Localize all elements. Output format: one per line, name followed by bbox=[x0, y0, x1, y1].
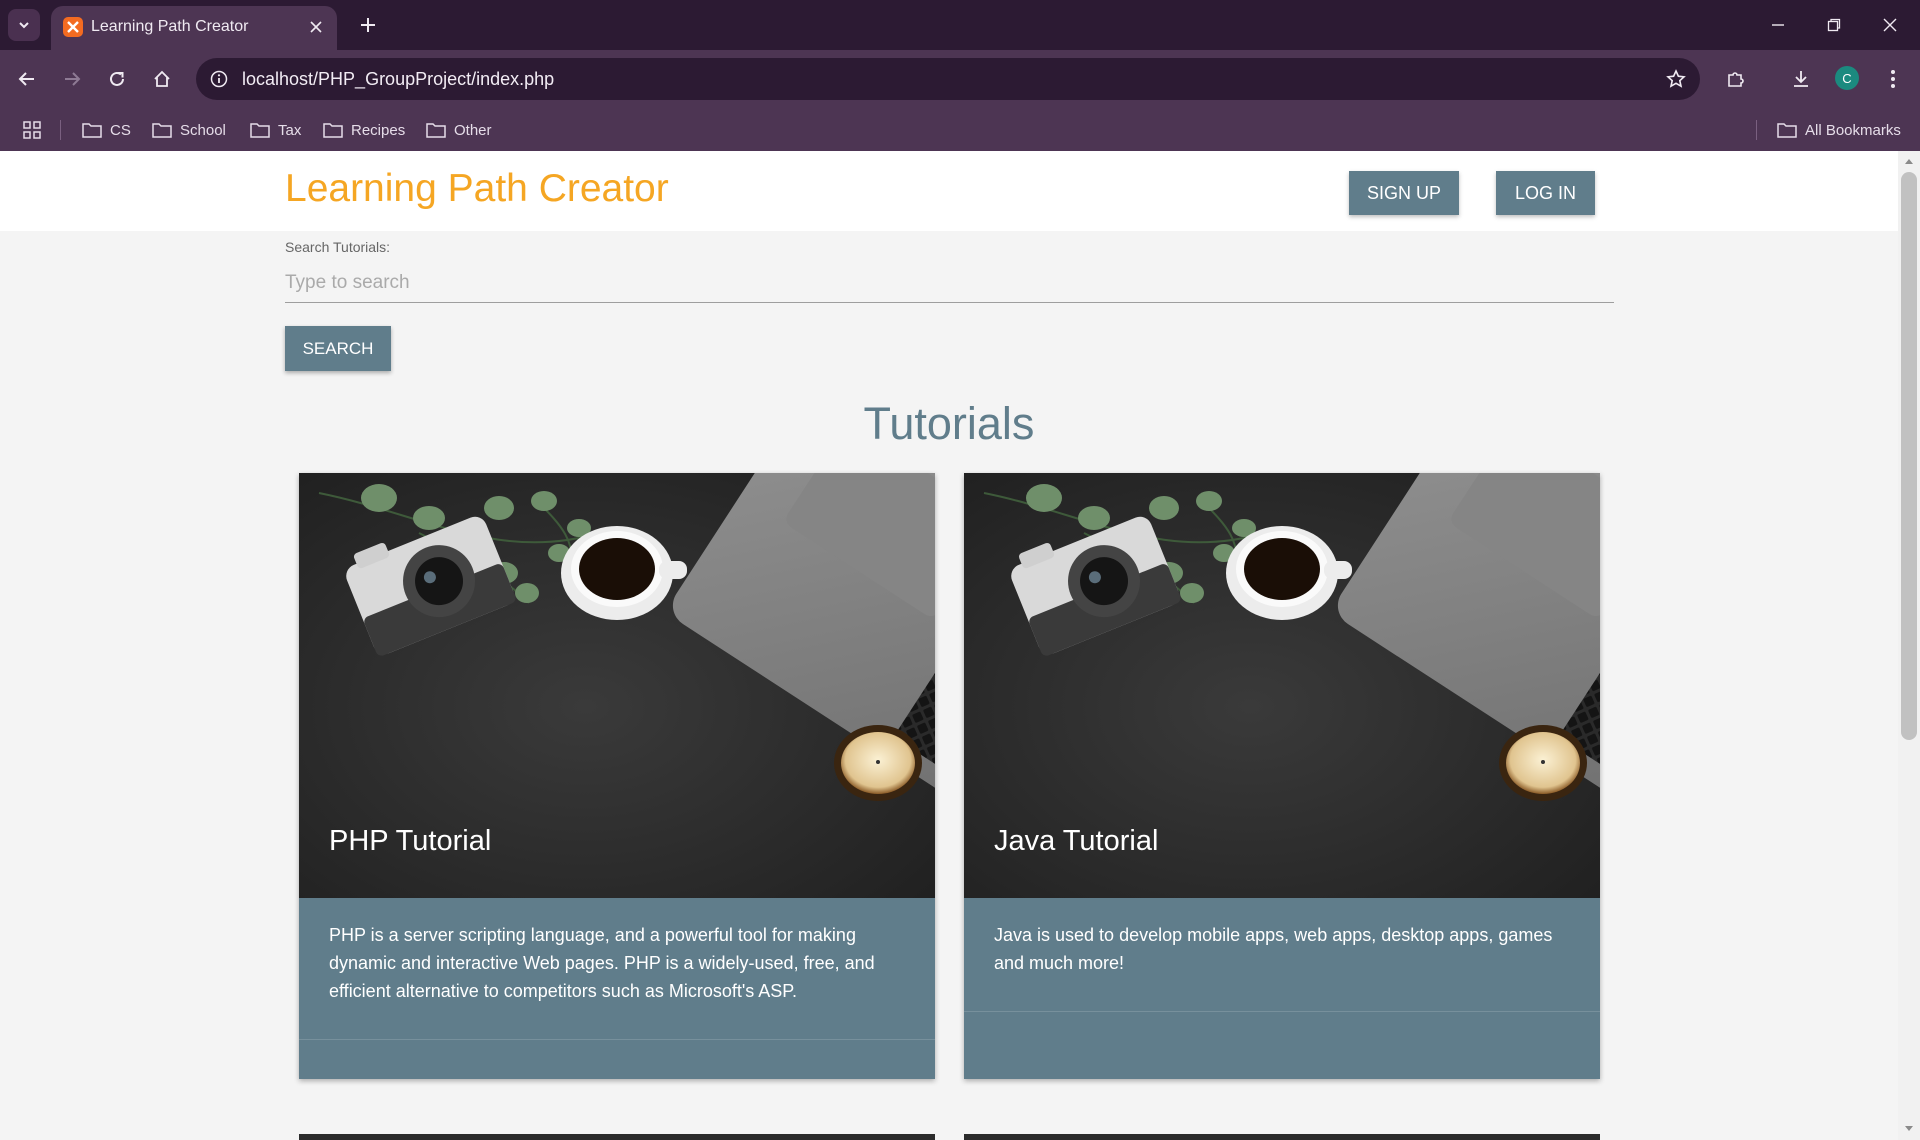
new-tab-plus-icon[interactable] bbox=[352, 9, 384, 41]
bookmark-label: Other bbox=[454, 121, 492, 139]
minimize-icon[interactable] bbox=[1750, 0, 1806, 50]
sign-up-button[interactable]: SIGN UP bbox=[1349, 171, 1459, 215]
search-label: Search Tutorials: bbox=[285, 239, 391, 255]
tutorial-card[interactable]: Java Tutorial Java is used to develop mo… bbox=[964, 473, 1600, 1079]
site-title[interactable]: Learning Path Creator bbox=[285, 167, 669, 211]
restore-icon[interactable] bbox=[1806, 0, 1862, 50]
address-bar[interactable]: localhost/PHP_GroupProject/index.php bbox=[196, 58, 1700, 100]
tutorial-card-partial[interactable] bbox=[299, 1134, 935, 1140]
url-text: localhost/PHP_GroupProject/index.php bbox=[242, 69, 555, 89]
folder-icon bbox=[1777, 123, 1797, 138]
chevron-down-icon bbox=[19, 22, 29, 29]
log-in-button[interactable]: LOG IN bbox=[1496, 171, 1595, 215]
site-header: Learning Path Creator SIGN UP LOG IN bbox=[0, 151, 1898, 231]
scroll-up-arrow-icon[interactable] bbox=[1901, 154, 1917, 168]
forward-arrow-icon[interactable] bbox=[54, 61, 90, 97]
card-title: Java Tutorial bbox=[994, 825, 1159, 857]
tab-search-button[interactable] bbox=[8, 9, 40, 41]
tutorial-card[interactable]: PHP Tutorial PHP is a server scripting l… bbox=[299, 473, 935, 1079]
bookmark-star-icon[interactable] bbox=[1662, 65, 1690, 93]
bookmark-folder-tax[interactable]: Tax bbox=[250, 116, 301, 144]
bookmark-folder-other[interactable]: Other bbox=[426, 116, 492, 144]
bookmark-label: School bbox=[180, 121, 226, 139]
site-info-icon[interactable] bbox=[204, 64, 234, 94]
bookmarks-divider bbox=[60, 120, 61, 140]
more-vertical-icon[interactable] bbox=[1875, 61, 1911, 97]
bookmark-label: CS bbox=[110, 121, 131, 139]
bookmark-folder-school[interactable]: School bbox=[152, 116, 226, 144]
section-title: Tutorials bbox=[863, 398, 1035, 449]
profile-avatar[interactable]: C bbox=[1835, 66, 1859, 90]
tab-strip: Learning Path Creator bbox=[0, 0, 1920, 50]
folder-icon bbox=[250, 123, 270, 138]
search-input[interactable] bbox=[285, 263, 1614, 303]
tutorial-card-partial[interactable] bbox=[964, 1134, 1600, 1140]
folder-icon bbox=[152, 123, 172, 138]
bookmark-label: Tax bbox=[278, 121, 302, 139]
card-action-area[interactable] bbox=[964, 1011, 1600, 1079]
browser-toolbar: localhost/PHP_GroupProject/index.php bbox=[0, 50, 1920, 108]
window-close-icon[interactable] bbox=[1862, 0, 1918, 50]
bookmark-label: Recipes bbox=[351, 121, 406, 139]
apps-grid-icon[interactable] bbox=[20, 118, 44, 142]
card-title: PHP Tutorial bbox=[329, 825, 492, 857]
card-action-area[interactable] bbox=[299, 1039, 935, 1079]
page-viewport: Learning Path Creator SIGN UP LOG IN Sea… bbox=[0, 151, 1898, 1140]
back-arrow-icon[interactable] bbox=[9, 61, 45, 97]
folder-icon bbox=[426, 123, 446, 138]
bookmarks-bar: CS School Tax Recipes Other All Bookmark… bbox=[0, 108, 1920, 151]
card-description: Java is used to develop mobile apps, web… bbox=[994, 925, 1553, 973]
search-button[interactable]: SEARCH bbox=[285, 326, 391, 371]
xampp-favicon-icon bbox=[63, 17, 83, 37]
tab-title: Learning Path Creator bbox=[91, 18, 249, 35]
bookmark-folder-recipes[interactable]: Recipes bbox=[323, 116, 405, 144]
folder-icon bbox=[323, 123, 343, 138]
reload-icon[interactable] bbox=[99, 61, 135, 97]
extensions-puzzle-icon[interactable] bbox=[1718, 61, 1754, 97]
scrollbar-thumb[interactable] bbox=[1901, 172, 1917, 740]
all-bookmarks-button[interactable]: All Bookmarks bbox=[1777, 116, 1901, 144]
bookmarks-divider bbox=[1756, 120, 1757, 140]
browser-tab-active[interactable]: Learning Path Creator bbox=[51, 6, 337, 50]
tab-close-icon[interactable] bbox=[305, 16, 327, 38]
bookmark-folder-cs[interactable]: CS bbox=[82, 116, 131, 144]
download-icon[interactable] bbox=[1783, 61, 1819, 97]
all-bookmarks-label: All Bookmarks bbox=[1805, 121, 1901, 139]
folder-icon bbox=[82, 123, 102, 138]
card-description: PHP is a server scripting language, and … bbox=[329, 925, 875, 1001]
home-icon[interactable] bbox=[144, 61, 180, 97]
scroll-down-arrow-icon[interactable] bbox=[1901, 1122, 1917, 1136]
